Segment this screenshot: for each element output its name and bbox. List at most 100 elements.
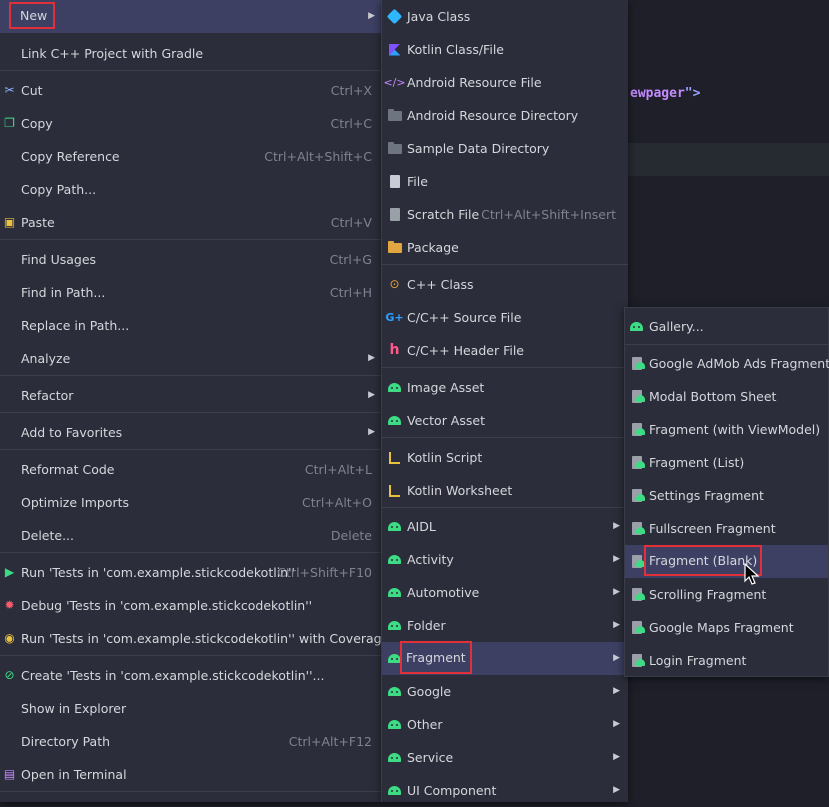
menu-item-fragment-blank[interactable]: Fragment (Blank): [625, 545, 828, 578]
menu-item-link-cpp[interactable]: Link C++ Project with Gradle: [0, 37, 381, 70]
menu-item-delete[interactable]: Delete... Delete: [0, 519, 381, 552]
menu-item-automotive[interactable]: Automotive ▶: [382, 576, 628, 609]
menu-item-ui-component[interactable]: UI Component ▶: [382, 774, 628, 807]
menu-item-kotlin-worksheet[interactable]: Kotlin Worksheet: [382, 474, 628, 507]
menu-item-scrolling-fragment[interactable]: Scrolling Fragment: [625, 578, 828, 611]
menu-item-package[interactable]: Package: [382, 231, 628, 264]
menu-item-gallery[interactable]: Gallery...: [625, 310, 828, 343]
menu-item-sample-data-directory[interactable]: Sample Data Directory: [382, 132, 628, 165]
menu-item-folder[interactable]: Folder ▶: [382, 609, 628, 642]
shortcut-label: Ctrl+Shift+F10: [277, 565, 372, 580]
menu-item-java-class[interactable]: Java Class: [382, 0, 628, 33]
android-template-icon: [628, 512, 645, 545]
menu-item-label: C++ Class: [407, 277, 474, 292]
menu-item-fragment-list[interactable]: Fragment (List): [625, 446, 828, 479]
clipboard-icon: ▣: [3, 215, 16, 229]
menu-item-service[interactable]: Service ▶: [382, 741, 628, 774]
menu-item-label: Kotlin Class/File: [407, 42, 504, 57]
menu-item-label: Google AdMob Ads Fragment: [649, 356, 829, 371]
menu-item-new[interactable]: New ▶: [0, 0, 381, 33]
menu-item-label: Optimize Imports: [21, 495, 130, 510]
menu-item-cpp-class[interactable]: ⊙ C++ Class: [382, 268, 628, 301]
menu-item-paste[interactable]: ▣ Paste Ctrl+V: [0, 206, 381, 239]
menu-item-label: C/C++ Source File: [407, 310, 522, 325]
kotlin-worksheet-icon: [386, 474, 403, 507]
xml-file-icon: </>: [383, 76, 406, 89]
menu-item-cpp-header[interactable]: h C/C++ Header File: [382, 334, 628, 367]
menu-separator: [382, 437, 628, 438]
menu-item-find-in-path[interactable]: Find in Path... Ctrl+H: [0, 276, 381, 309]
menu-item-label: Show in Explorer: [21, 701, 127, 716]
menu-item-settings-fragment[interactable]: Settings Fragment: [625, 479, 828, 512]
java-class-icon: [386, 0, 403, 33]
kotlin-icon: [386, 33, 403, 66]
menu-item-copy-path[interactable]: Copy Path...: [0, 173, 381, 206]
menu-item-modal-bottom-sheet[interactable]: Modal Bottom Sheet: [625, 380, 828, 413]
menu-item-image-asset[interactable]: Image Asset: [382, 371, 628, 404]
menu-item-analyze[interactable]: Analyze ▶: [0, 342, 381, 375]
menu-item-android-resource-file[interactable]: </> Android Resource File: [382, 66, 628, 99]
menu-item-directory-path[interactable]: Directory Path Ctrl+Alt+F12: [0, 725, 381, 758]
menu-item-run-with-coverage[interactable]: ◉ Run 'Tests in 'com.example.stickcodeko…: [0, 622, 389, 655]
menu-item-open-in-terminal[interactable]: ▤ Open in Terminal: [0, 758, 381, 791]
android-icon: [386, 609, 403, 642]
shortcut-label: Delete: [330, 528, 372, 543]
menu-item-find-usages[interactable]: Find Usages Ctrl+G: [0, 243, 381, 276]
menu-item-label: Link C++ Project with Gradle: [21, 46, 204, 61]
menu-item-show-in-explorer[interactable]: Show in Explorer: [0, 692, 381, 725]
menu-item-label: Fragment: [400, 641, 472, 674]
menu-item-cpp-source[interactable]: G+ C/C++ Source File: [382, 301, 628, 334]
menu-item-label: Copy Reference: [21, 149, 120, 164]
menu-item-cut[interactable]: ✂ Cut Ctrl+X: [0, 74, 381, 107]
android-icon: [386, 576, 403, 609]
copy-icon: ❐: [4, 116, 15, 130]
menu-item-scratch-file[interactable]: Scratch File Ctrl+Alt+Shift+Insert: [382, 198, 628, 231]
menu-item-fragment-viewmodel[interactable]: Fragment (with ViewModel): [625, 413, 828, 446]
menu-item-other[interactable]: Other ▶: [382, 708, 628, 741]
menu-item-activity[interactable]: Activity ▶: [382, 543, 628, 576]
menu-item-kotlin-class[interactable]: Kotlin Class/File: [382, 33, 628, 66]
menu-item-refactor[interactable]: Refactor ▶: [0, 379, 381, 412]
android-template-icon: [628, 479, 645, 512]
cpp-source-icon: G+: [385, 311, 404, 324]
menu-item-label: Cut: [21, 83, 43, 98]
menu-item-vector-asset[interactable]: Vector Asset: [382, 404, 628, 437]
menu-item-google[interactable]: Google ▶: [382, 675, 628, 708]
menu-item-create-tests[interactable]: ⊘ Create 'Tests in 'com.example.stickcod…: [0, 659, 381, 692]
shortcut-label: Ctrl+Alt+F12: [288, 734, 372, 749]
menu-item-label: File: [407, 174, 428, 189]
menu-item-debug-tests[interactable]: ✹ Debug 'Tests in 'com.example.stickcode…: [0, 589, 381, 622]
menu-item-label: Reformat Code: [21, 462, 115, 477]
shortcut-label: Ctrl+V: [330, 215, 372, 230]
menu-item-reformat-code[interactable]: Reformat Code Ctrl+Alt+L: [0, 453, 381, 486]
menu-item-admob-fragment[interactable]: Google AdMob Ads Fragment: [625, 347, 829, 380]
menu-item-login-fragment[interactable]: Login Fragment: [625, 644, 828, 677]
submenu-arrow-icon: ▶: [368, 353, 375, 363]
fragment-submenu: Gallery... Google AdMob Ads Fragment Mod…: [624, 307, 829, 677]
menu-item-run-tests[interactable]: ▶ Run 'Tests in 'com.example.stickcodeko…: [0, 556, 381, 589]
menu-item-kotlin-script[interactable]: Kotlin Script: [382, 441, 628, 474]
scissors-icon: ✂: [4, 83, 15, 97]
submenu-arrow-icon: ▶: [613, 554, 620, 564]
shortcut-label: Ctrl+Alt+Shift+C: [264, 149, 372, 164]
menu-item-label: New: [8, 2, 56, 29]
menu-item-copy-reference[interactable]: Copy Reference Ctrl+Alt+Shift+C: [0, 140, 381, 173]
menu-item-optimize-imports[interactable]: Optimize Imports Ctrl+Alt+O: [0, 486, 381, 519]
menu-item-add-to-favorites[interactable]: Add to Favorites ▶: [0, 416, 381, 449]
menu-item-google-maps-fragment[interactable]: Google Maps Fragment: [625, 611, 828, 644]
menu-item-label: Run 'Tests in 'com.example.stickcodekotl…: [21, 565, 295, 580]
shortcut-label: Ctrl+X: [330, 83, 372, 98]
menu-item-replace-in-path[interactable]: Replace in Path...: [0, 309, 381, 342]
menu-item-fragment[interactable]: Fragment ▶: [382, 641, 628, 675]
menu-item-copy[interactable]: ❐ Copy Ctrl+C: [0, 107, 381, 140]
menu-item-android-resource-directory[interactable]: Android Resource Directory: [382, 99, 628, 132]
menu-item-aidl[interactable]: AIDL ▶: [382, 510, 628, 543]
menu-separator: [0, 412, 381, 413]
android-icon: [386, 642, 403, 675]
menu-item-label: Directory Path: [21, 734, 111, 749]
menu-item-label: Kotlin Worksheet: [407, 483, 513, 498]
menu-item-label: Find in Path...: [21, 285, 106, 300]
menu-item-file[interactable]: File: [382, 165, 628, 198]
menu-item-fullscreen-fragment[interactable]: Fullscreen Fragment: [625, 512, 828, 545]
menu-separator: [0, 655, 381, 656]
